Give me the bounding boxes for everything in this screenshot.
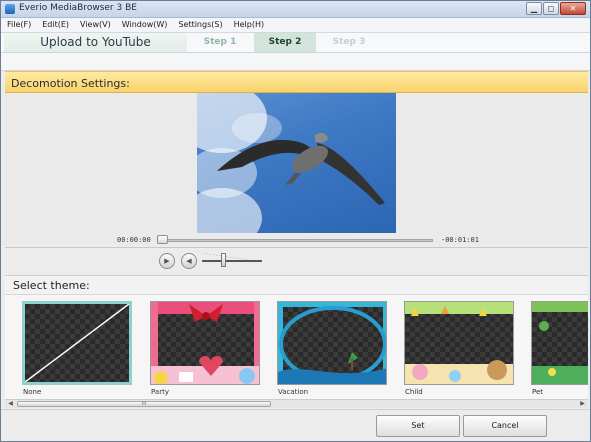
menu-bar: File(F) Edit(E) View(V) Window(W) Settin… <box>1 18 590 33</box>
volume-button[interactable]: ◀ <box>181 253 197 269</box>
app-icon <box>5 4 15 14</box>
current-time: 00:00:00 <box>117 236 151 244</box>
volume-slider[interactable] <box>202 260 262 262</box>
speaker-icon: ◀ <box>186 257 192 265</box>
title-bar[interactable]: Everio MediaBrowser 3 BE ▁ ◻ ✕ <box>1 1 590 18</box>
tab-step-3: Step 3 <box>332 37 366 47</box>
step-bar-spacer <box>1 53 590 71</box>
dialog-footer: Set Cancel <box>1 409 590 441</box>
pet-frame-icon <box>532 302 588 384</box>
theme-label: Child <box>405 388 423 396</box>
video-preview[interactable] <box>197 93 396 233</box>
menu-settings[interactable]: Settings(S) <box>172 18 227 32</box>
theme-label: Pet <box>532 388 544 396</box>
theme-thumbnail-child[interactable] <box>404 301 514 385</box>
theme-label: Vacation <box>278 388 309 396</box>
preview-area <box>5 93 588 245</box>
theme-thumbnail-pet[interactable] <box>531 301 588 385</box>
theme-thumbnail-none[interactable] <box>22 301 132 385</box>
tab-step-1[interactable]: Step 1 <box>188 33 252 52</box>
menu-edit[interactable]: Edit(E) <box>36 18 74 32</box>
cancel-button[interactable]: Cancel <box>463 415 547 437</box>
playback-controls: ▶ ◀ <box>5 249 588 273</box>
set-button[interactable]: Set <box>376 415 460 437</box>
app-window: Everio MediaBrowser 3 BE ▁ ◻ ✕ File(F) E… <box>0 0 591 442</box>
theme-party[interactable]: Party <box>150 301 262 396</box>
menu-file[interactable]: File(F) <box>1 18 36 32</box>
tab-step-2[interactable]: Step 2 <box>254 33 316 52</box>
window-controls: ▁ ◻ ✕ <box>525 2 586 15</box>
menu-window[interactable]: Window(W) <box>116 18 173 32</box>
party-frame-icon <box>151 302 259 384</box>
theme-label: None <box>23 388 42 396</box>
play-icon: ▶ <box>164 257 170 265</box>
maximize-button[interactable]: ◻ <box>543 2 559 15</box>
upload-to-youtube-title: Upload to YouTube <box>4 33 187 52</box>
seagull-image <box>217 132 385 205</box>
theme-child[interactable]: Child <box>404 301 516 396</box>
volume-handle[interactable] <box>221 253 226 267</box>
wizard-step-bar: Upload to YouTube Step 1 Step 2 Step 3 <box>1 33 590 53</box>
vacation-frame-icon <box>278 302 386 384</box>
seek-bar[interactable] <box>157 239 433 242</box>
menu-help[interactable]: Help(H) <box>228 18 270 32</box>
horizontal-scrollbar[interactable]: ◀ III ▶ <box>5 399 588 408</box>
seek-handle[interactable] <box>157 235 168 244</box>
window-title: Everio MediaBrowser 3 BE <box>19 3 137 13</box>
theme-thumbnail-party[interactable] <box>150 301 260 385</box>
play-button[interactable]: ▶ <box>159 253 175 269</box>
theme-pet[interactable]: Pet <box>531 301 588 396</box>
no-frame-diagonal-icon <box>25 304 129 382</box>
scroll-right-arrow[interactable]: ▶ <box>578 400 587 408</box>
menu-view[interactable]: View(V) <box>74 18 116 32</box>
close-button[interactable]: ✕ <box>560 2 586 15</box>
theme-vacation[interactable]: Vacation <box>277 301 389 396</box>
decomotion-settings-header: Decomotion Settings: <box>5 71 588 93</box>
scroll-thumb[interactable]: III <box>17 401 271 407</box>
divider <box>5 247 588 248</box>
theme-list: None Party Vacation Child Pet <box>5 295 588 399</box>
select-theme-header: Select theme: <box>5 275 588 295</box>
theme-none[interactable]: None <box>22 301 134 396</box>
theme-thumbnail-vacation[interactable] <box>277 301 387 385</box>
minimize-button[interactable]: ▁ <box>526 2 542 15</box>
child-frame-icon <box>405 302 513 384</box>
theme-label: Party <box>151 388 169 396</box>
remaining-time: -00:01:01 <box>441 236 479 244</box>
scroll-left-arrow[interactable]: ◀ <box>6 400 15 408</box>
